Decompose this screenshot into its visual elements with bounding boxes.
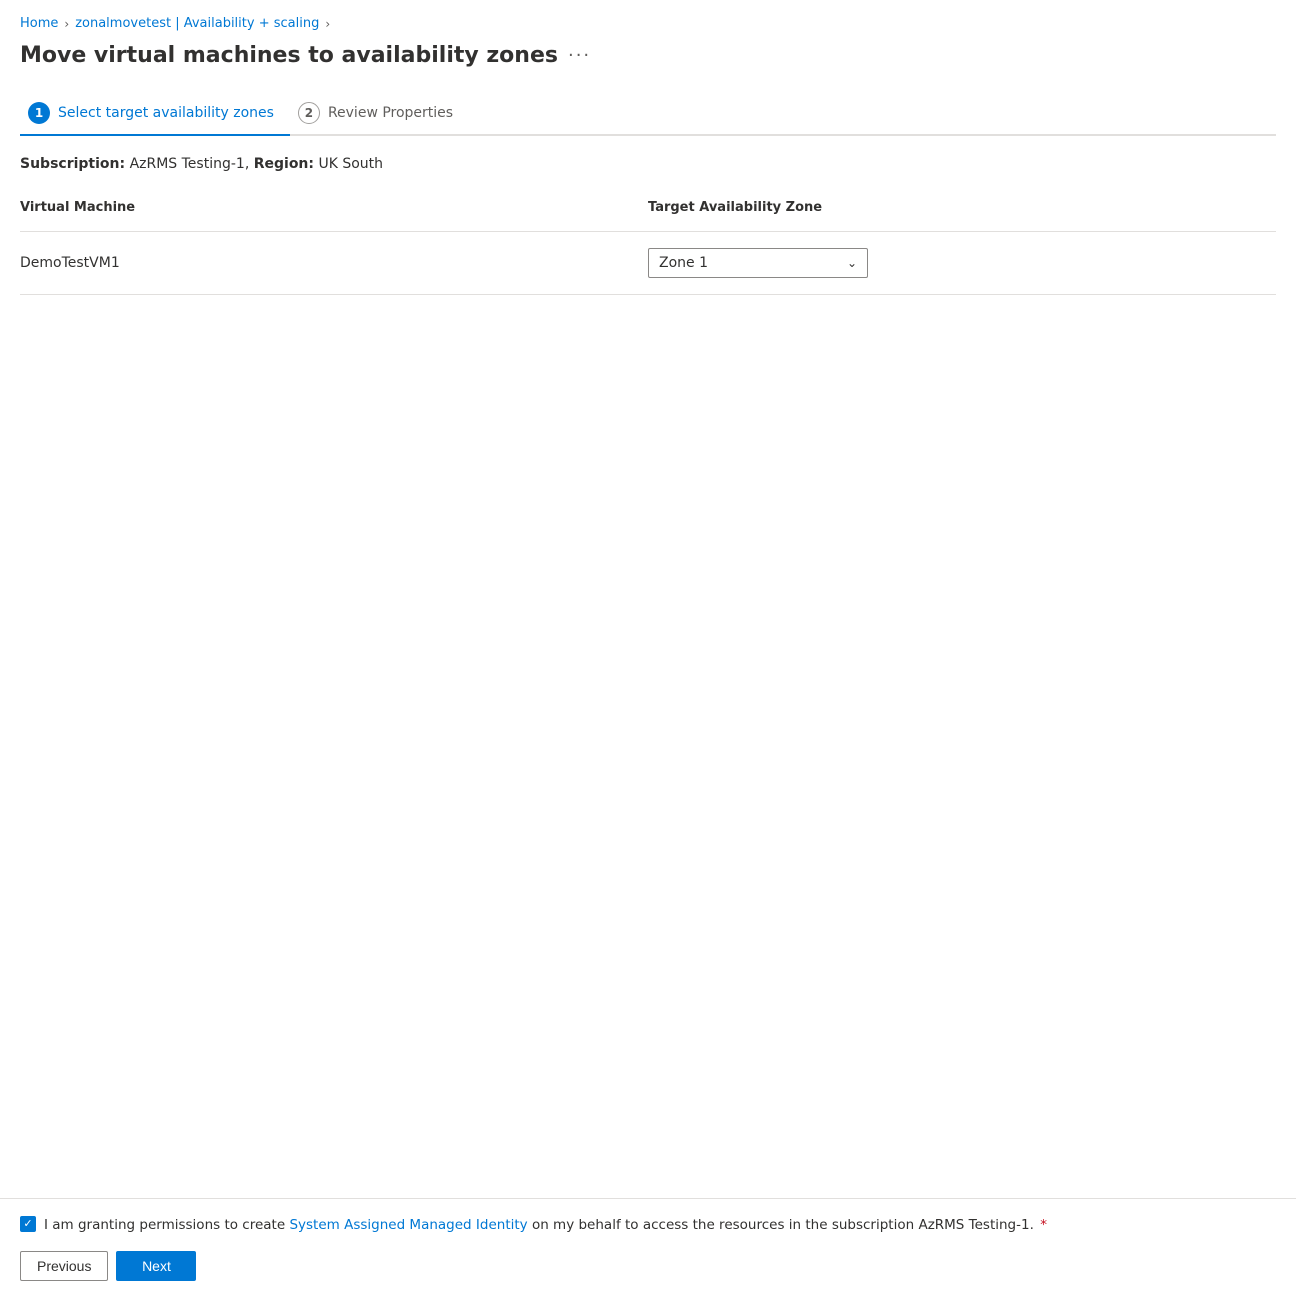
region-value: UK South [318,156,383,172]
buttons-row: Previous Next [20,1251,1276,1281]
footer: I am granting permissions to create Syst… [0,1198,1296,1297]
consent-text-before: I am granting permissions to create [44,1217,285,1233]
consent-link[interactable]: System Assigned Managed Identity [289,1217,527,1233]
col-header-zone: Target Availability Zone [648,192,1276,223]
table-row: DemoTestVM1 Zone 1 ⌄ [20,232,1276,295]
zone-select[interactable]: Zone 1 ⌄ [648,248,868,278]
chevron-down-icon: ⌄ [847,256,857,270]
tab-2-label: Review Properties [328,105,453,121]
tab-2-number: 2 [298,102,320,124]
tab-select-zones[interactable]: 1 Select target availability zones [20,92,290,136]
subscription-info: Subscription: AzRMS Testing-1, Region: U… [20,156,1276,172]
breadcrumb-separator-1: › [64,17,69,31]
vm-name-cell: DemoTestVM1 [20,251,648,275]
tab-1-label: Select target availability zones [58,105,274,121]
vm-table: Virtual Machine Target Availability Zone… [20,192,1276,295]
consent-checkbox[interactable] [20,1216,36,1232]
more-options-button[interactable]: ··· [568,45,591,66]
zone-dropdown-cell: Zone 1 ⌄ [648,244,1276,282]
page-title-row: Move virtual machines to availability zo… [20,43,1276,68]
tab-1-number: 1 [28,102,50,124]
consent-text: I am granting permissions to create Syst… [44,1215,1047,1235]
consent-text-after: on my behalf to access the resources in … [532,1217,1034,1233]
col-header-vm: Virtual Machine [20,192,648,223]
breadcrumb-separator-2: › [325,17,330,31]
breadcrumb-resource[interactable]: zonalmovetest | Availability + scaling [75,16,319,31]
breadcrumb: Home › zonalmovetest | Availability + sc… [20,16,1276,31]
region-label: Region: [254,156,314,172]
zone-selected-value: Zone 1 [659,255,708,271]
subscription-value: AzRMS Testing-1 [130,156,245,172]
tabs-container: 1 Select target availability zones 2 Rev… [20,92,1276,136]
subscription-label: Subscription: [20,156,125,172]
consent-row: I am granting permissions to create Syst… [20,1215,1276,1235]
breadcrumb-home[interactable]: Home [20,16,58,31]
table-header-row: Virtual Machine Target Availability Zone [20,192,1276,232]
tab-review-properties[interactable]: 2 Review Properties [290,92,469,134]
required-star: * [1040,1217,1047,1233]
next-button[interactable]: Next [116,1251,196,1281]
previous-button[interactable]: Previous [20,1251,108,1281]
page-title: Move virtual machines to availability zo… [20,43,558,68]
